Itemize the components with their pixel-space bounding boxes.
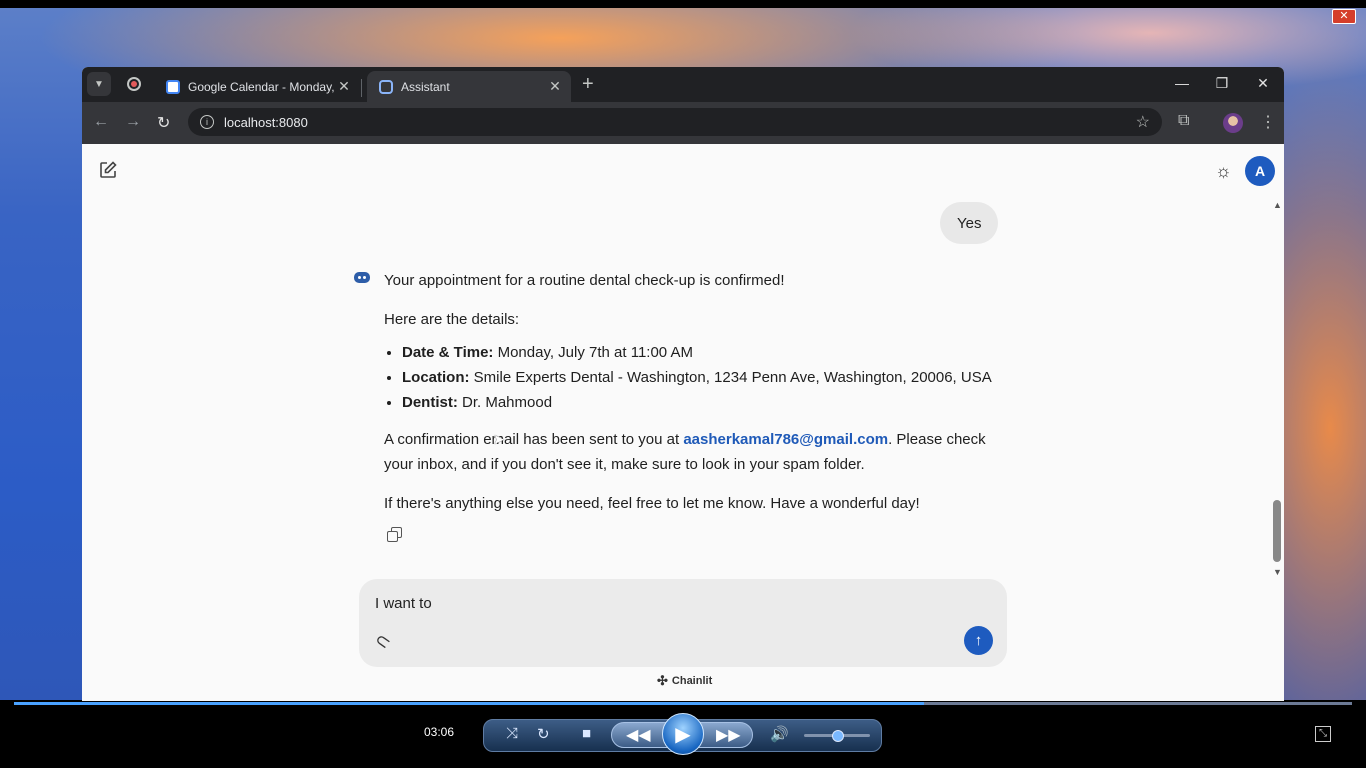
detail-label: Location: [402, 369, 470, 386]
address-bar[interactable]: i localhost:8080 ☆ [188, 108, 1162, 136]
user-message-bubble: Yes [940, 202, 999, 244]
assistant-icon [379, 79, 393, 94]
mouse-cursor-icon: ➤ [493, 431, 505, 447]
send-button[interactable]: ↑ [964, 626, 993, 655]
arrow-up-icon: ↑ [974, 632, 983, 649]
scrollbar[interactable]: ▲ ▼ [1270, 200, 1284, 577]
paperclip-icon[interactable]: ⊂ [370, 629, 395, 655]
tab-assistant[interactable]: Assistant ✕ [367, 71, 571, 102]
closing-paragraph: If there's anything else you need, feel … [384, 495, 920, 512]
detail-value: Smile Experts Dental - Washington, 1234 … [469, 369, 992, 386]
browser-window: ▼ Google Calendar - Monday, July ✕ Assis… [82, 67, 1284, 701]
menu-icon[interactable]: ⋮ [1260, 112, 1276, 132]
media-seek-bar[interactable] [14, 702, 1352, 705]
detail-value: Monday, July 7th at 11:00 AM [493, 344, 693, 361]
volume-knob[interactable] [832, 730, 844, 742]
detail-label: Date & Time: [402, 344, 494, 361]
scroll-down-icon[interactable]: ▼ [1273, 567, 1282, 577]
stop-icon[interactable]: ■ [582, 725, 591, 742]
profile-avatar[interactable] [1223, 113, 1243, 133]
shuffle-icon[interactable]: ⤨ [506, 725, 518, 742]
repeat-icon[interactable]: ↻ [537, 725, 550, 743]
list-item: Dentist: Dr. Mahmood [402, 390, 994, 415]
message-headline: Your appointment for a routine dental ch… [384, 272, 785, 289]
user-avatar[interactable]: A [1245, 156, 1275, 186]
tab-bar: ▼ Google Calendar - Monday, July ✕ Assis… [82, 67, 1284, 102]
detail-list: Date & Time: Monday, July 7th at 11:00 A… [384, 340, 994, 415]
message-composer: ⊂ ↑ [359, 579, 1007, 667]
email-link[interactable]: aasherkamal786@gmail.com [683, 431, 888, 448]
forward-icon[interactable]: → [125, 113, 141, 131]
chevron-down-icon: ▼ [94, 78, 104, 90]
close-tab-icon[interactable]: ✕ [334, 78, 354, 95]
theme-toggle-icon[interactable]: ☼ [1215, 161, 1232, 182]
top-strip [0, 0, 1366, 8]
message-input[interactable] [373, 591, 937, 615]
detail-label: Dentist: [402, 394, 458, 411]
assistant-avatar-icon [352, 268, 372, 286]
extensions-icon[interactable]: ⧉ [1178, 112, 1189, 130]
browser-toolbar: ← → ↻ i localhost:8080 ☆ ⧉ ⋮ [82, 102, 1284, 144]
branding[interactable]: ✣ Chainlit [657, 673, 712, 689]
record-icon[interactable] [122, 72, 146, 96]
new-chat-icon[interactable] [99, 161, 119, 181]
play-icon: ▶ [675, 723, 691, 746]
play-button[interactable]: ▶ [662, 713, 704, 755]
timecode: 03:06 [424, 725, 455, 739]
window-close-icon[interactable]: ✕ [1253, 75, 1273, 92]
google-calendar-icon [166, 79, 180, 94]
reload-icon[interactable]: ↻ [157, 113, 170, 133]
rewind-icon[interactable]: ◀◀ [626, 725, 651, 745]
back-icon[interactable]: ← [93, 113, 109, 131]
tab-divider [361, 79, 362, 97]
minimize-icon[interactable]: — [1172, 75, 1192, 91]
seek-progress [14, 702, 924, 705]
close-tab-icon[interactable]: ✕ [545, 78, 565, 95]
site-info-icon[interactable]: i [200, 115, 214, 129]
tab-search-button[interactable]: ▼ [87, 72, 111, 96]
tab-google-calendar[interactable]: Google Calendar - Monday, July ✕ [154, 71, 360, 102]
assistant-message: Your appointment for a routine dental ch… [384, 268, 994, 530]
branding-label: Chainlit [671, 675, 713, 687]
chat-page: ☼ A Yes Your appointment for a routine d… [82, 144, 1284, 701]
confirmation-paragraph: A confirmation email has been sent to yo… [384, 427, 994, 477]
copy-icon[interactable] [387, 527, 402, 542]
scroll-up-icon[interactable]: ▲ [1273, 200, 1282, 210]
detail-value: Dr. Mahmood [457, 394, 553, 411]
bookmark-star-icon[interactable]: ☆ [1136, 112, 1150, 132]
message-intro: Here are the details: [384, 311, 520, 328]
new-tab-button[interactable]: + [582, 73, 594, 95]
chainlit-logo-icon: ✣ [657, 673, 668, 688]
confirm-text-pre: A confirmation email has been sent to yo… [384, 431, 684, 448]
close-icon[interactable]: ✕ [1332, 9, 1356, 24]
scroll-thumb[interactable] [1273, 500, 1281, 562]
address-text: localhost:8080 [224, 114, 308, 130]
tab-title: Google Calendar - Monday, July [188, 79, 334, 94]
volume-icon[interactable]: 🔊 [770, 725, 789, 743]
tab-title: Assistant [401, 79, 450, 94]
list-item: Date & Time: Monday, July 7th at 11:00 A… [402, 340, 994, 365]
fast-forward-icon[interactable]: ▶▶ [716, 725, 741, 745]
fullscreen-icon[interactable]: ⤡ [1315, 726, 1331, 742]
restore-icon[interactable]: ❐ [1212, 75, 1232, 92]
list-item: Location: Smile Experts Dental - Washing… [402, 365, 994, 390]
